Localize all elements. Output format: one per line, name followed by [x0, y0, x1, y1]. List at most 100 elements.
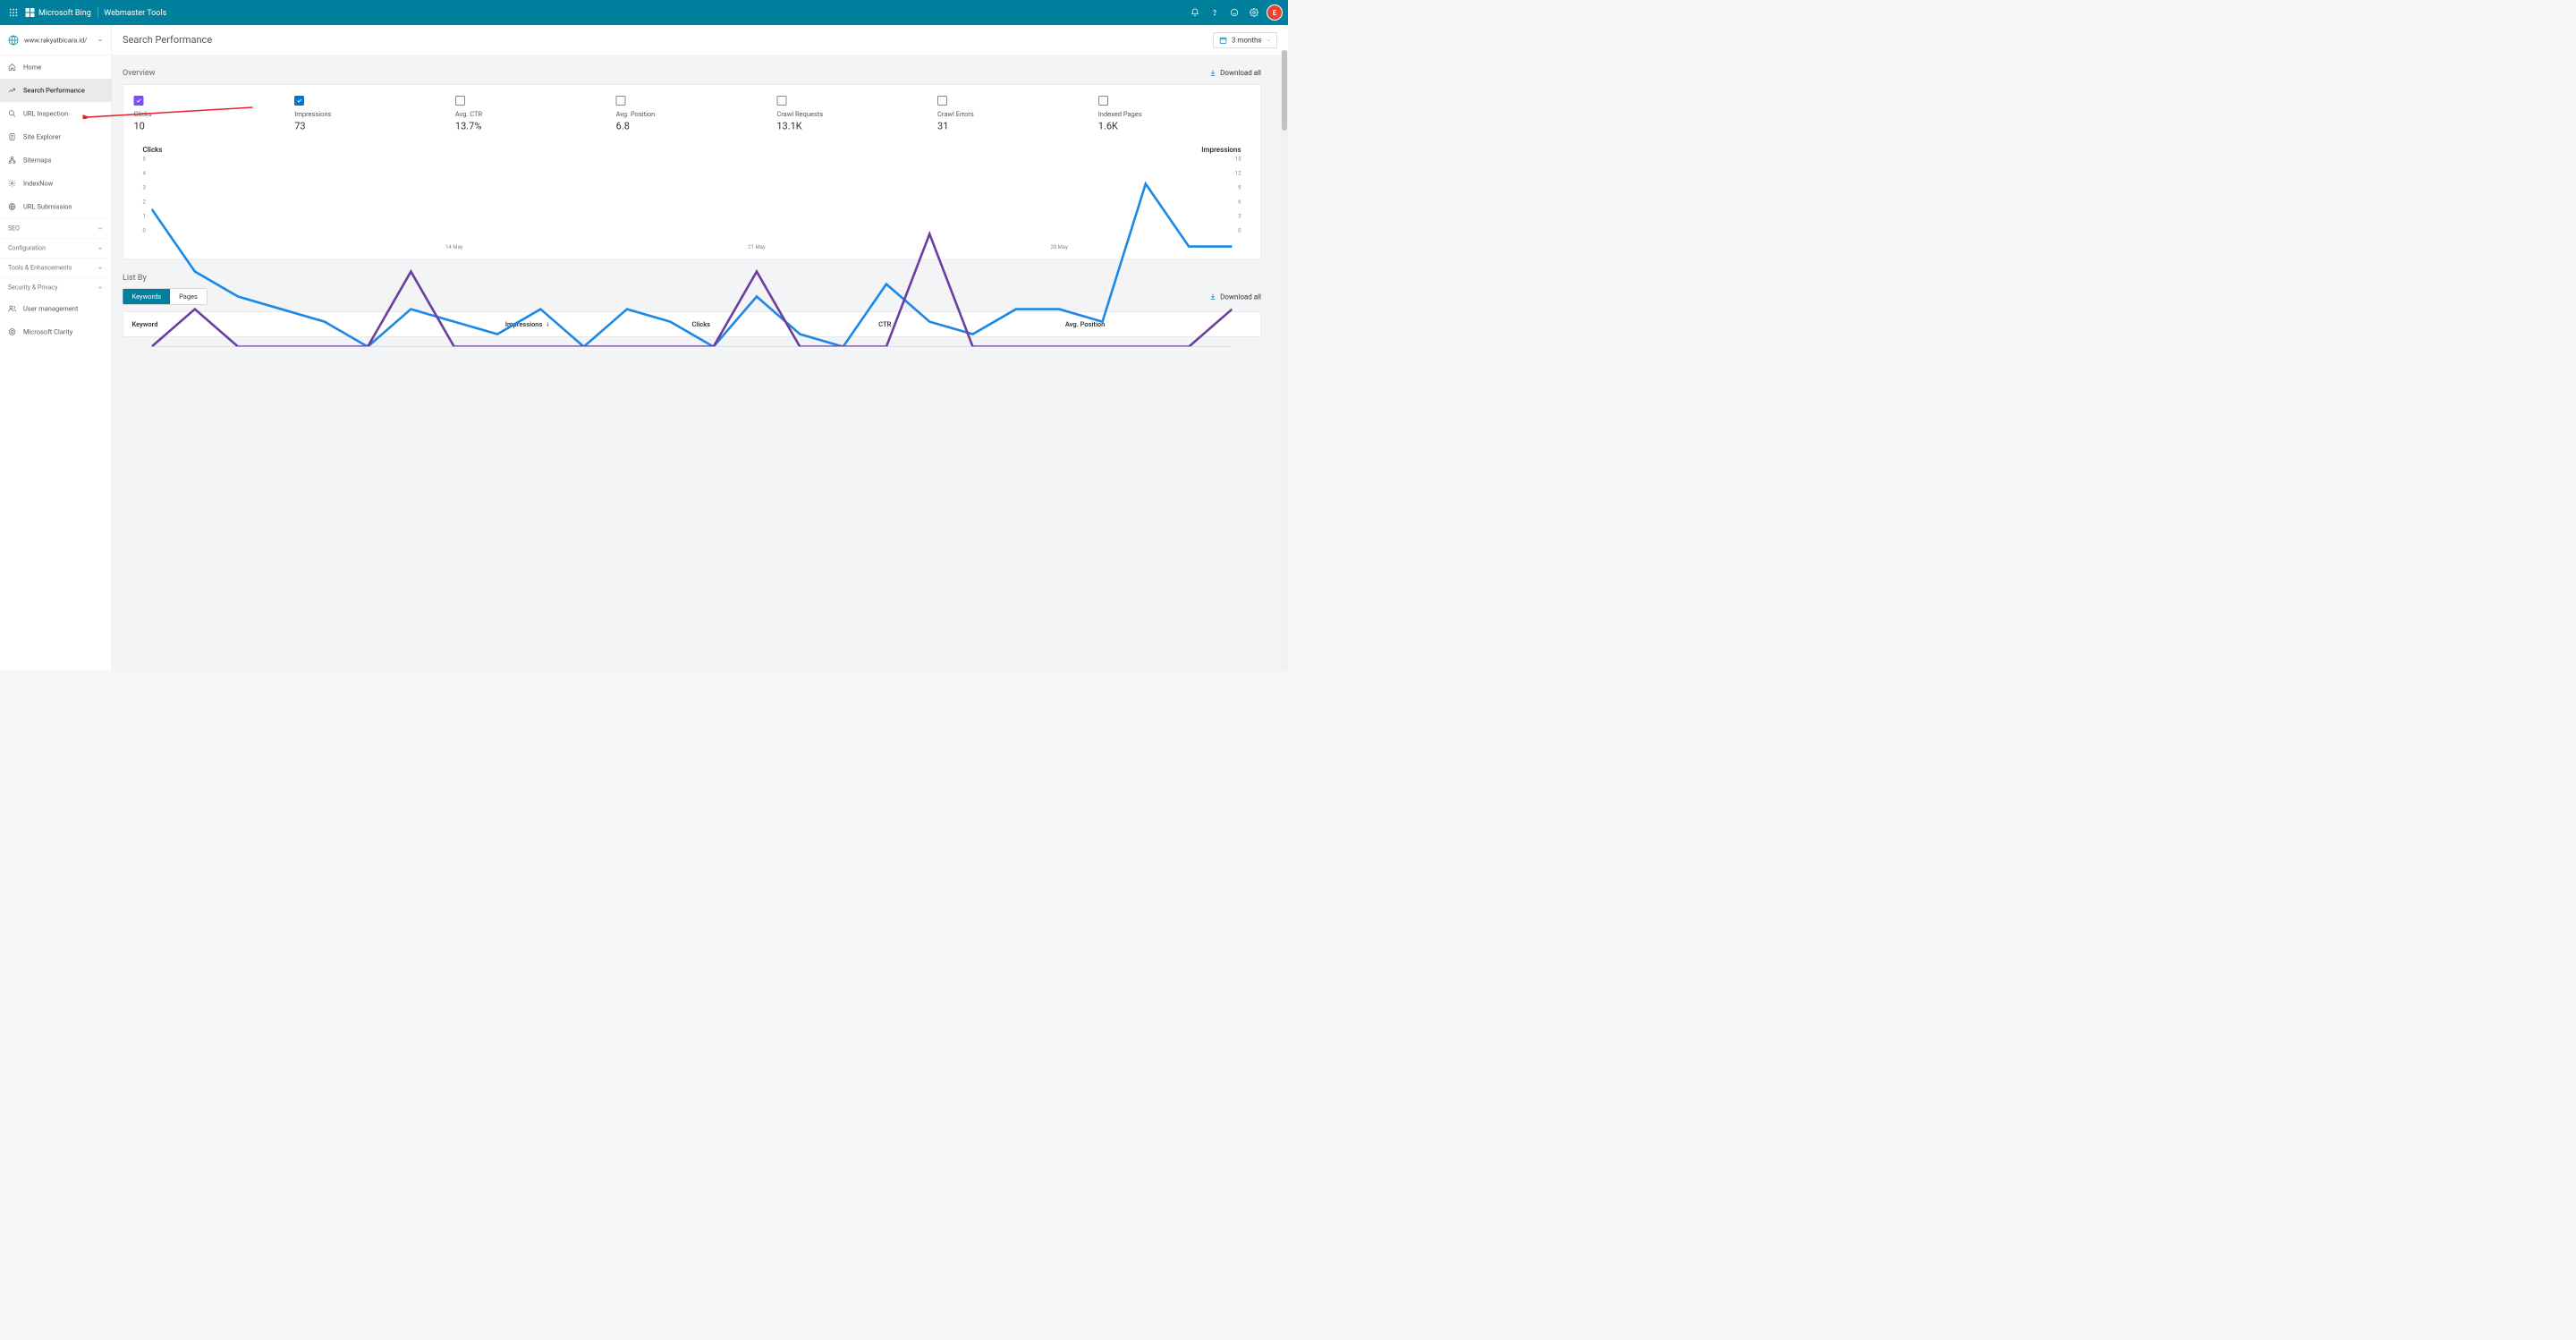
x-tick: 14 May	[445, 244, 463, 250]
chevron-down-icon	[97, 265, 104, 271]
chevron-down-icon	[97, 245, 104, 251]
stat-clicks: Clicks 10	[134, 96, 286, 132]
sidebar-item-label: Sitemaps	[23, 157, 51, 165]
chart-left-label: Clicks	[143, 146, 163, 155]
sidebar-item-label: URL Submission	[23, 203, 72, 211]
stat-impressions: Impressions 73	[294, 96, 446, 132]
sidebar-item-label: Site Explorer	[23, 133, 61, 141]
stat-value: 10	[134, 121, 286, 132]
sidebar-item-sitemaps[interactable]: Sitemaps	[0, 148, 112, 172]
date-range-label: 3 months	[1232, 36, 1262, 45]
brand[interactable]: Microsoft Bing Webmaster Tools	[25, 8, 166, 18]
document-icon	[8, 133, 16, 141]
sidebar-item-home[interactable]: Home	[0, 55, 112, 79]
stat-value: 1.6K	[1098, 121, 1250, 132]
stat-label: Crawl Errors	[937, 110, 1089, 118]
overview-title: Overview	[123, 68, 155, 78]
sidebar-group-label: Configuration	[8, 244, 46, 251]
chart-right-label: Impressions	[1201, 146, 1241, 155]
stat-checkbox[interactable]	[294, 96, 304, 106]
sidebar-item-site-explorer[interactable]: Site Explorer	[0, 125, 112, 148]
stat-indexed-pages: Indexed Pages 1.6K	[1098, 96, 1250, 132]
y-tick-right: 0	[1238, 227, 1241, 233]
page-head: Search Performance 3 months	[112, 25, 1288, 55]
y-tick-left: 2	[143, 199, 146, 205]
stat-crawl-requests: Crawl Requests 13.1K	[776, 96, 928, 132]
sidebar-item-clarity[interactable]: Microsoft Clarity	[0, 320, 112, 343]
sidebar-item-indexnow[interactable]: IndexNow	[0, 172, 112, 195]
notifications-icon[interactable]	[1185, 3, 1205, 22]
trend-icon	[8, 87, 16, 95]
overview-head: Overview Download all	[123, 68, 1261, 78]
sidebar-item-url-submission[interactable]: URL Submission	[0, 195, 112, 218]
stat-crawl-errors: Crawl Errors 31	[937, 96, 1089, 132]
home-icon	[8, 64, 16, 72]
sidebar-item-user-management[interactable]: User management	[0, 297, 112, 320]
x-tick: 28 May	[1050, 244, 1068, 250]
y-tick-right: 9	[1238, 184, 1241, 191]
stat-checkbox[interactable]	[455, 96, 465, 106]
sidebar-group-configuration[interactable]: Configuration	[0, 238, 112, 258]
stat-value: 13.7%	[455, 121, 607, 132]
stat-value: 31	[937, 121, 1089, 132]
brand-sub: Webmaster Tools	[104, 8, 166, 18]
sidebar-item-url-inspection[interactable]: URL Inspection	[0, 102, 112, 125]
stat-label: Impressions	[294, 110, 446, 118]
stat-avg-position: Avg. Position 6.8	[616, 96, 768, 132]
sidebar-item-search-performance[interactable]: Search Performance	[0, 79, 112, 102]
site-selector[interactable]: www.rakyatbicara.id/	[0, 25, 112, 55]
scrollbar[interactable]	[1281, 50, 1288, 670]
stat-label: Avg. CTR	[455, 110, 607, 118]
globe-icon	[8, 203, 16, 211]
stat-checkbox[interactable]	[937, 96, 947, 106]
users-icon	[8, 305, 16, 313]
stat-checkbox[interactable]	[776, 96, 786, 106]
sidebar-item-label: URL Inspection	[23, 110, 68, 118]
x-tick: 21 May	[748, 244, 766, 250]
stat-checkbox[interactable]	[134, 96, 144, 106]
download-icon	[1209, 69, 1216, 76]
chart: Clicks Impressions 012345 03691215 14 Ma…	[134, 146, 1250, 249]
sidebar-group-label: SEO	[8, 225, 20, 232]
avatar[interactable]: E	[1267, 4, 1283, 21]
y-tick-right: 3	[1238, 213, 1241, 219]
download-all-button[interactable]: Download all	[1209, 69, 1261, 78]
stat-label: Indexed Pages	[1098, 110, 1250, 118]
site-url: www.rakyatbicara.id/	[24, 36, 92, 44]
sidebar-group-tools[interactable]: Tools & Enhancements	[0, 258, 112, 277]
y-tick-left: 1	[143, 213, 146, 219]
sidebar-item-label: IndexNow	[23, 180, 53, 188]
scrollbar-thumb[interactable]	[1282, 50, 1287, 131]
stat-checkbox[interactable]	[616, 96, 626, 106]
sidebar-group-label: Security & Privacy	[8, 284, 58, 291]
sidebar-item-label: Search Performance	[23, 87, 85, 95]
chevron-down-icon	[97, 37, 104, 43]
overview-card: Clicks 10 Impressions 73 Avg. CTR 13.7% …	[123, 85, 1261, 260]
chevron-down-icon	[97, 225, 104, 232]
stat-label: Clicks	[134, 110, 286, 118]
calendar-icon	[1219, 36, 1227, 44]
sidebar: www.rakyatbicara.id/ Home Search Perform…	[0, 25, 112, 670]
y-tick-left: 4	[143, 170, 146, 176]
chevron-down-icon	[97, 284, 104, 291]
stat-checkbox[interactable]	[1098, 96, 1108, 106]
sidebar-group-label: Tools & Enhancements	[8, 264, 72, 271]
feedback-icon[interactable]	[1224, 3, 1244, 22]
y-tick-right: 6	[1238, 199, 1241, 205]
sidebar-group-seo[interactable]: SEO	[0, 218, 112, 238]
sidebar-group-security[interactable]: Security & Privacy	[0, 277, 112, 297]
y-tick-right: 12	[1235, 170, 1241, 176]
y-tick-left: 0	[143, 227, 146, 233]
y-tick-left: 5	[143, 156, 146, 162]
chart-lines	[152, 159, 1233, 347]
download-all-label: Download all	[1220, 69, 1261, 78]
y-tick-left: 3	[143, 184, 146, 191]
search-icon	[8, 110, 16, 118]
stat-label: Avg. Position	[616, 110, 768, 118]
settings-icon[interactable]	[1244, 3, 1264, 22]
help-icon[interactable]	[1205, 3, 1224, 22]
sitemap-icon	[8, 157, 16, 165]
app-launcher-icon[interactable]	[5, 4, 21, 21]
main-content: Search Performance 3 months Overview Dow…	[112, 25, 1288, 670]
date-range-select[interactable]: 3 months	[1213, 32, 1277, 48]
